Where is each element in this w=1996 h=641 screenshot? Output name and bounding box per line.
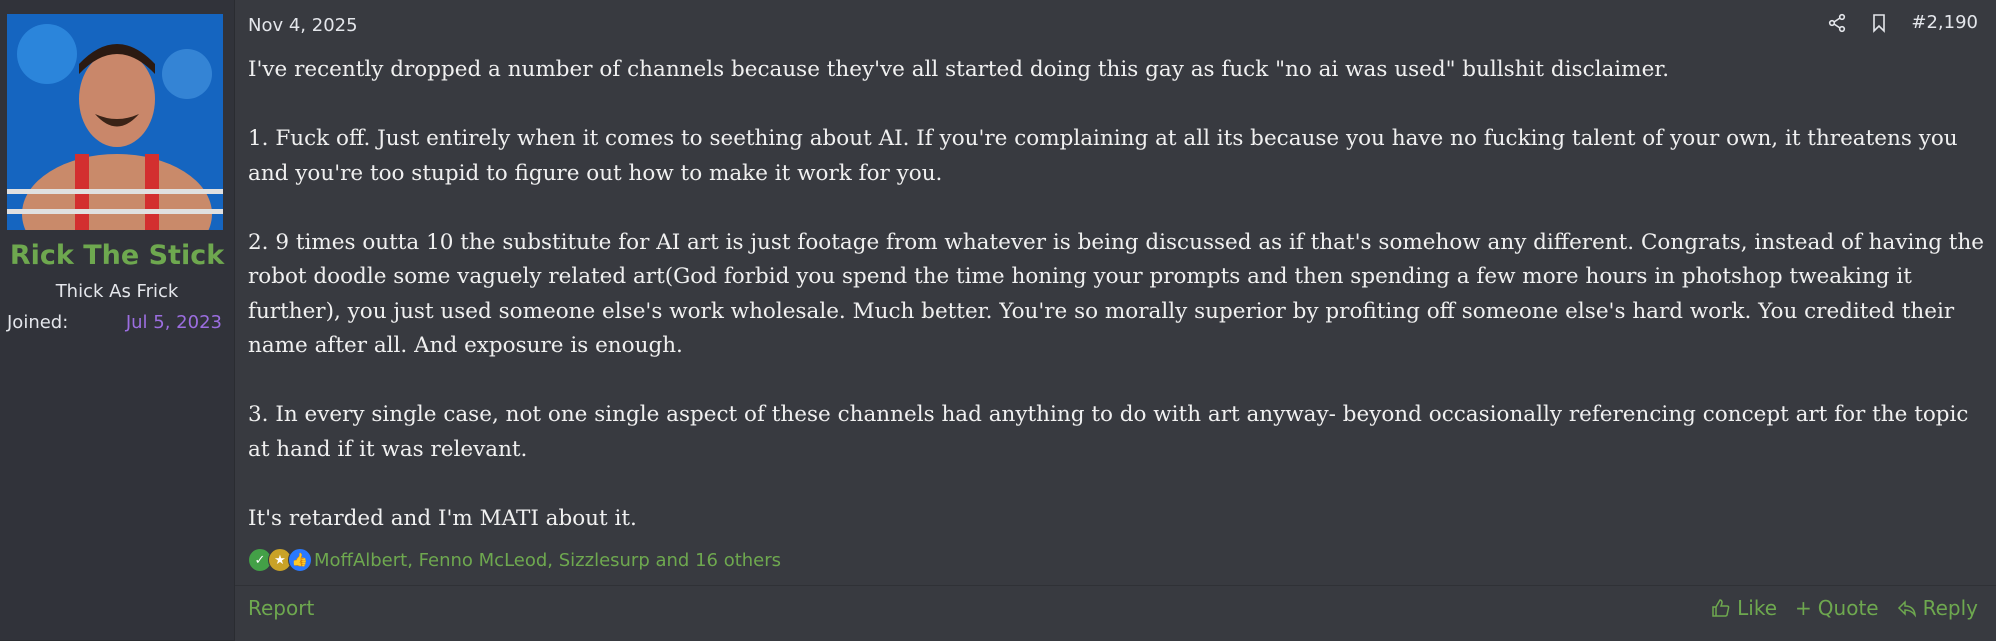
reactions-bar: ✓ ★ 👍 MoffAlbert, Fenno McLeod, Sizzlesu… [248,548,781,572]
joined-date: Jul 5, 2023 [125,312,222,333]
reply-button[interactable]: Reply [1897,596,1978,620]
thumbs-up-reaction-icon: 👍 [288,548,312,572]
footer-actions: Like + Quote Reply [1711,596,1978,620]
post-paragraph: It's retarded and I'm MATI about it. [248,505,637,531]
wrestler-avatar-icon [7,14,223,230]
post-footer: Report Like + Quote Reply [235,585,1996,641]
plus-icon: + [1795,596,1812,620]
share-icon[interactable] [1827,13,1847,33]
like-button[interactable]: Like [1711,596,1777,620]
post-paragraph: 3. In every single case, not one single … [248,402,1969,462]
quote-label: Quote [1817,596,1879,620]
user-title: Thick As Frick [55,281,179,302]
user-info-panel: Rick The Stick Thick As Frick Joined: Ju… [0,0,235,640]
user-avatar[interactable] [7,14,223,230]
reply-label: Reply [1922,596,1978,620]
like-label: Like [1737,596,1778,620]
reply-icon [1897,600,1916,618]
post-paragraph: 2. 9 times outta 10 the substitute for A… [248,229,1985,359]
forum-post: Rick The Stick Thick As Frick Joined: Ju… [0,0,1996,641]
quote-button[interactable]: + Quote [1795,596,1879,620]
post-main: Nov 4, 2025 #2,190 I've recently dropped… [235,0,1996,641]
report-link[interactable]: Report [248,596,314,620]
username[interactable]: Rick The Stick [0,240,234,271]
thumbs-up-icon [1712,599,1730,617]
post-header-actions: #2,190 [1827,12,1978,33]
post-date[interactable]: Nov 4, 2025 [248,15,358,36]
joined-label: Joined: [7,312,69,333]
post-body: I've recently dropped a number of channe… [248,53,1988,536]
post-number[interactable]: #2,190 [1911,12,1978,33]
post-paragraph: 1. Fuck off. Just entirely when it comes… [248,126,1958,186]
reactions-list[interactable]: MoffAlbert, Fenno McLeod, Sizzlesurp and… [314,550,781,571]
reaction-icons: ✓ ★ 👍 [248,548,312,572]
post-paragraph: I've recently dropped a number of channe… [248,57,1670,82]
bookmark-icon[interactable] [1869,13,1889,33]
